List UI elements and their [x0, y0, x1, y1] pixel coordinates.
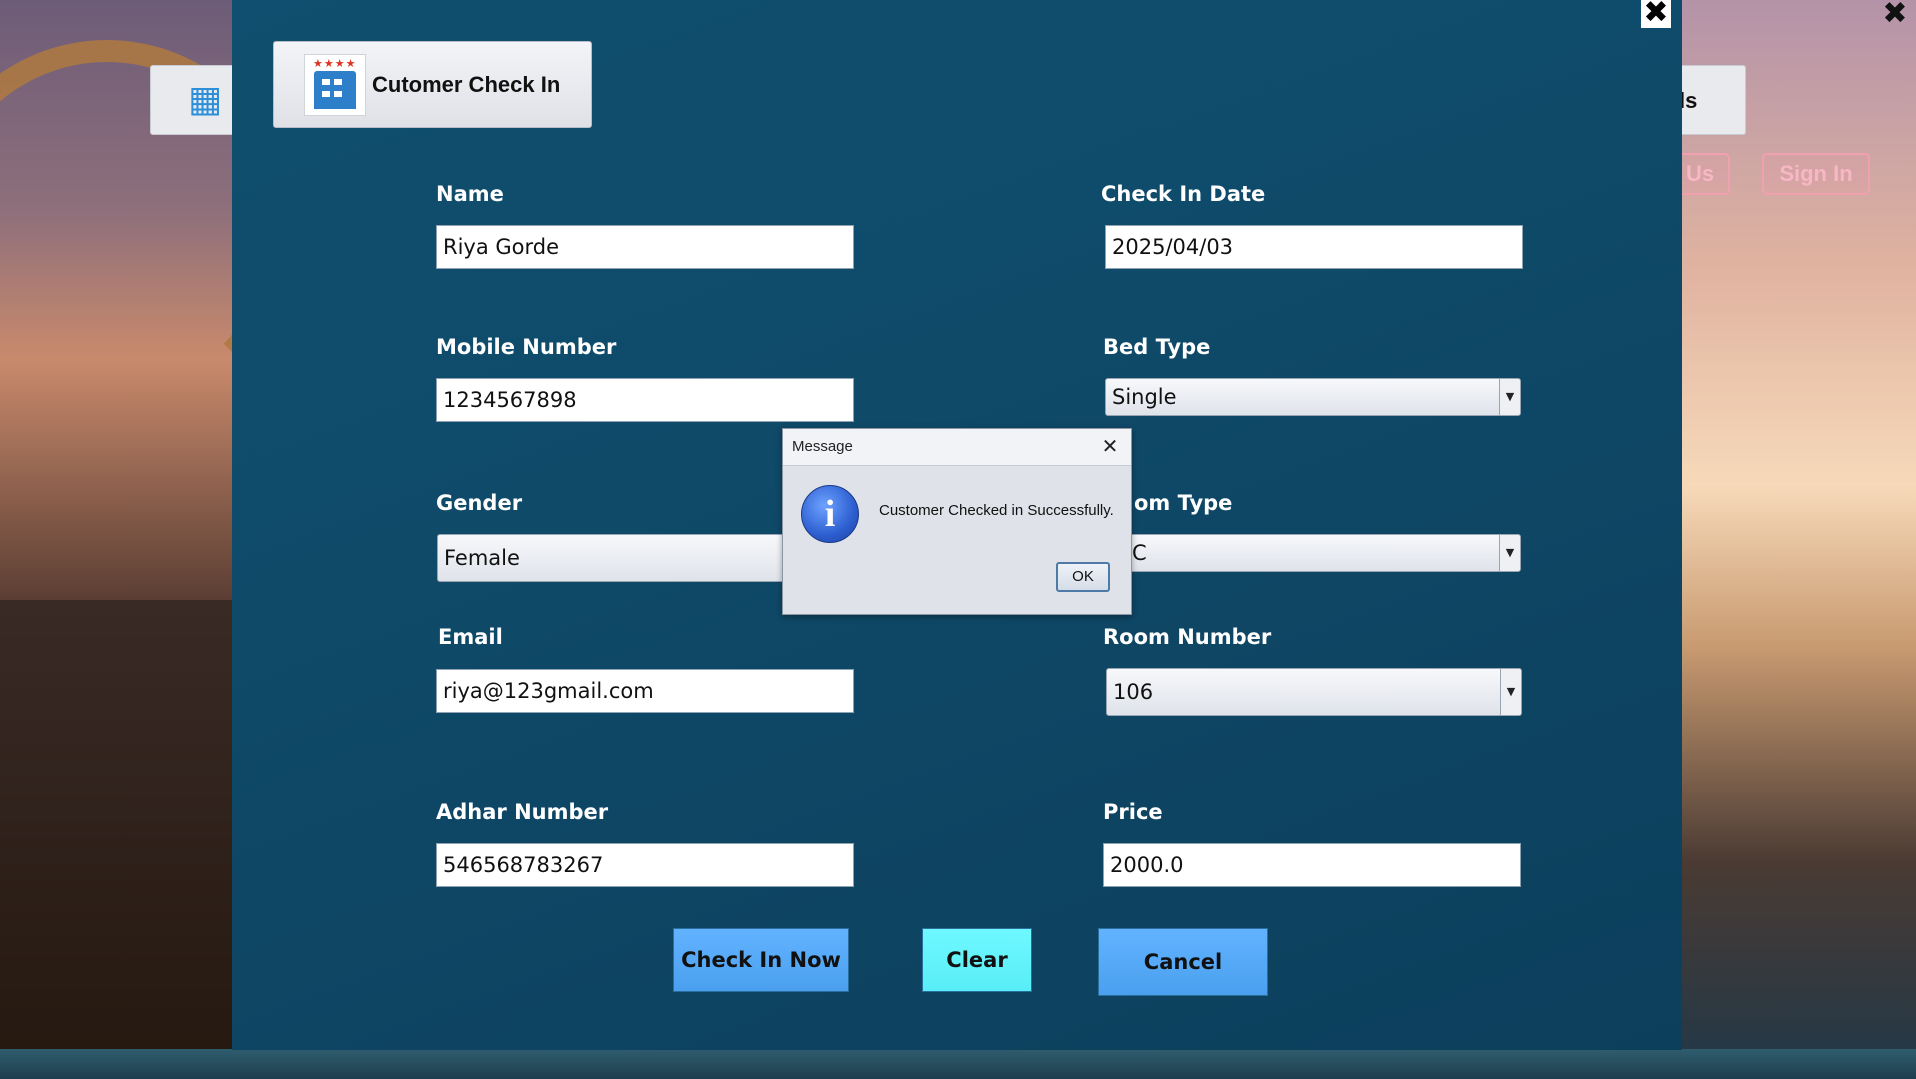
message-title: Message [792, 438, 853, 455]
check-in-date-field[interactable]: 2025/04/03 [1105, 225, 1523, 269]
email-label: Email [438, 625, 503, 649]
name-label: Name [436, 182, 504, 206]
cancel-button[interactable]: Cancel [1098, 928, 1268, 996]
message-text: Customer Checked in Successfully. [879, 502, 1114, 519]
mobile-label: Mobile Number [436, 335, 617, 359]
room-type-select[interactable]: C ▼ [1105, 534, 1521, 572]
background-close-icon[interactable]: ✖ [1880, 0, 1910, 30]
hotel-icon: ★★★★ [304, 53, 366, 116]
chevron-down-icon[interactable]: ▼ [1500, 669, 1521, 715]
adhar-label: Adhar Number [436, 800, 609, 824]
panel-close-icon[interactable]: ✖ [1641, 0, 1671, 28]
gender-label: Gender [436, 491, 523, 515]
bed-type-select[interactable]: Single ▼ [1105, 378, 1521, 416]
room-type-label: om Type [1134, 491, 1233, 515]
check-in-now-button[interactable]: Check In Now [673, 928, 849, 992]
background-floor-left [0, 600, 240, 1079]
name-field[interactable]: Riya Gorde [436, 225, 854, 269]
contact-us-label: Us [1685, 161, 1715, 186]
room-number-select-value: 106 [1113, 680, 1154, 704]
room-number-select[interactable]: 106 ▼ [1106, 668, 1522, 716]
info-icon: i [801, 485, 859, 543]
check-in-date-label: Check In Date [1101, 182, 1266, 206]
chevron-down-icon[interactable]: ▼ [1499, 379, 1520, 415]
mobile-field[interactable]: 1234567898 [436, 378, 854, 422]
price-label: Price [1103, 800, 1163, 824]
hotel-building-icon: ▦ [187, 79, 222, 120]
sign-in-button[interactable]: Sign In [1762, 153, 1870, 195]
room-number-label: Room Number [1103, 625, 1272, 649]
stars-icon: ★★★★ [313, 56, 357, 70]
background-pool [0, 1049, 1916, 1079]
cancel-label: Cancel [1143, 950, 1223, 974]
message-dialog: Message ✕ i Customer Checked in Successf… [782, 428, 1132, 615]
bed-type-select-value: Single [1112, 385, 1177, 409]
dialog-title-box: ★★★★ Cutomer Check In [273, 41, 592, 128]
adhar-field[interactable]: 546568783267 [436, 843, 854, 887]
email-field[interactable]: riya@123gmail.com [436, 669, 854, 713]
page-title: Cutomer Check In [372, 71, 561, 97]
sign-in-label: Sign In [1779, 161, 1853, 186]
room-type-select-value: C [1132, 541, 1147, 565]
price-field[interactable]: 2000.0 [1103, 843, 1521, 887]
gender-select-value: Female [444, 546, 520, 570]
message-title-bar: Message ✕ [783, 429, 1131, 466]
ok-button[interactable]: OK [1056, 562, 1110, 592]
chevron-down-icon[interactable]: ▼ [1499, 535, 1520, 571]
clear-button[interactable]: Clear [922, 928, 1032, 992]
bed-type-label: Bed Type [1103, 335, 1211, 359]
building-icon [314, 70, 356, 109]
clear-label: Clear [946, 948, 1008, 972]
close-icon[interactable]: ✕ [1097, 433, 1123, 459]
check-in-now-label: Check In Now [681, 948, 841, 972]
